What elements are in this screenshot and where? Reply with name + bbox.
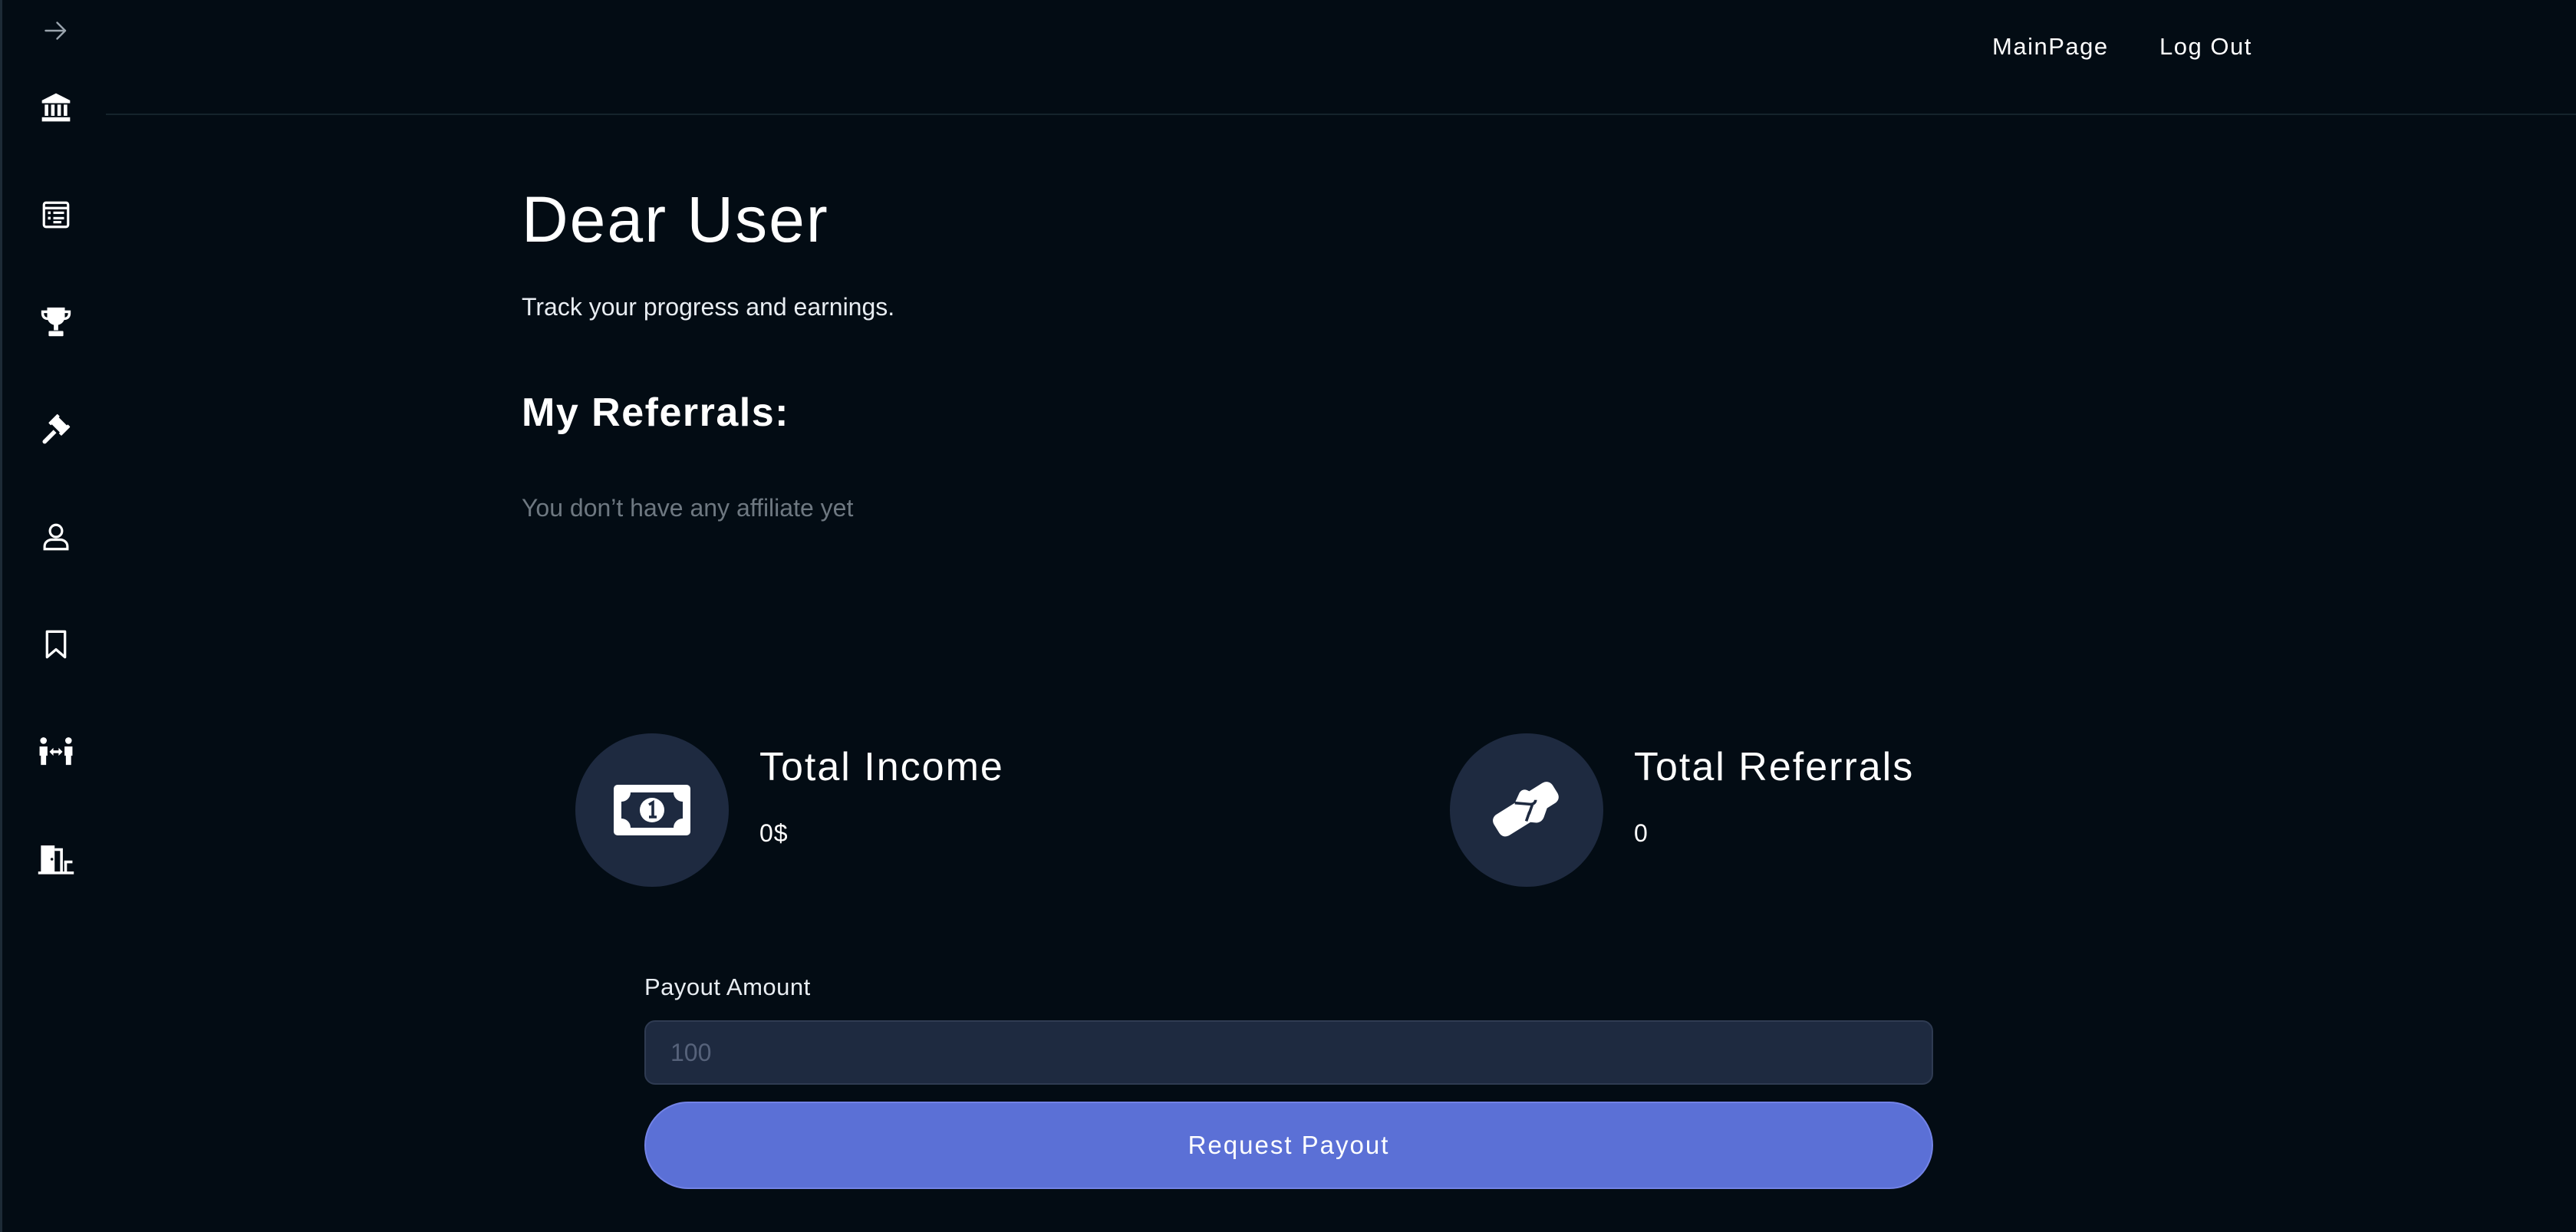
bookmark-icon[interactable] <box>31 620 81 669</box>
sidebar <box>0 0 106 1232</box>
total-referrals-title: Total Referrals <box>1634 745 1915 789</box>
total-referrals-value: 0 <box>1634 819 1649 847</box>
page-subtitle: Track your progress and earnings. <box>522 293 895 321</box>
nav-link-logout[interactable]: Log Out <box>2159 29 2252 64</box>
total-income-title: Total Income <box>759 745 1004 789</box>
trophy-icon[interactable] <box>31 298 81 347</box>
expand-sidebar-icon[interactable] <box>31 6 81 55</box>
referrals-empty-message: You don’t have any affiliate yet <box>522 494 854 522</box>
handshake-icon <box>1493 782 1559 837</box>
door-exit-icon[interactable] <box>31 835 81 884</box>
payout-amount-label: Payout Amount <box>644 973 811 1000</box>
money-bill-icon <box>614 785 690 835</box>
user-icon[interactable] <box>31 512 81 562</box>
request-payout-button[interactable]: Request Payout <box>644 1102 1933 1189</box>
page-title: Dear User <box>522 183 829 255</box>
referral-dashboard: MainPage Log Out Dear User Track your pr… <box>0 0 2576 1232</box>
referrals-heading: My Referrals: <box>522 390 789 435</box>
income-icon-circle <box>575 733 729 887</box>
gavel-icon[interactable] <box>31 405 81 454</box>
total-income-value: 0$ <box>759 819 789 847</box>
referrals-icon-circle <box>1450 733 1603 887</box>
bank-icon[interactable] <box>31 83 81 132</box>
top-bar: MainPage Log Out <box>106 0 2576 115</box>
payout-amount-input[interactable] <box>644 1020 1933 1085</box>
nav-link-mainpage[interactable]: MainPage <box>1992 29 2109 64</box>
list-icon[interactable] <box>31 190 81 239</box>
people-exchange-icon[interactable] <box>31 727 81 776</box>
